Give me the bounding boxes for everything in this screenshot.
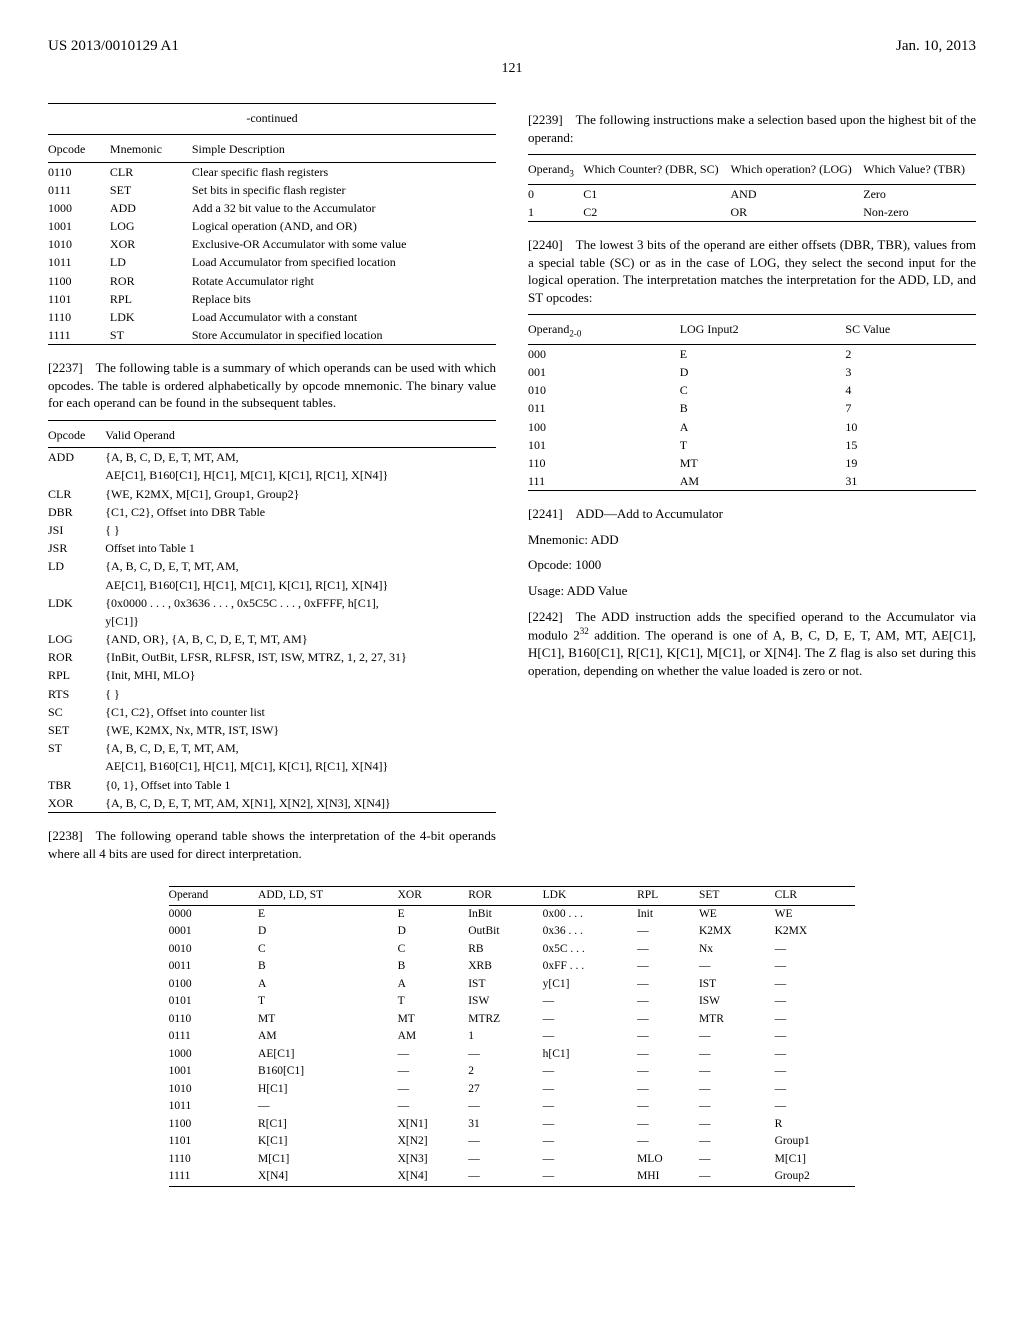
table-row: 101T15 (528, 436, 976, 454)
table-row: 0001DDOutBit0x36 . . .—K2MXK2MX (169, 923, 856, 941)
table-row: 1000ADDAdd a 32 bit value to the Accumul… (48, 199, 496, 217)
table-row: ADD{A, B, C, D, E, T, MT, AM, (48, 448, 496, 467)
table-row: 1000AE[C1]——h[C1]——— (169, 1046, 856, 1064)
w-xor: XOR (398, 887, 469, 906)
table-row: 1010XORExclusive-OR Accumulator with som… (48, 235, 496, 253)
table-row: JSROffset into Table 1 (48, 539, 496, 557)
table-row: RPL{Init, MHI, MLO} (48, 666, 496, 684)
para-2237: [2237] The following table is a summary … (48, 359, 496, 412)
para-2242: [2242] The ADD instruction adds the spec… (528, 608, 976, 680)
table-row: AE[C1], B160[C1], H[C1], M[C1], K[C1], R… (48, 757, 496, 775)
table-row: 110MT19 (528, 454, 976, 472)
table-row: ST{A, B, C, D, E, T, MT, AM, (48, 739, 496, 757)
table-row: 1101RPLReplace bits (48, 290, 496, 308)
table-row: 1100RORRotate Accumulator right (48, 272, 496, 290)
para-2239: [2239] The following instructions make a… (528, 111, 976, 146)
th-operand3: Operand3 (528, 155, 583, 185)
w-operand: Operand (169, 887, 258, 906)
mnemonic-line: Mnemonic: ADD (528, 531, 976, 549)
table-row: 0101TTISW——ISW— (169, 993, 856, 1011)
th-op: Opcode (48, 421, 105, 448)
table-row: 0100AAISTy[C1]—IST— (169, 976, 856, 994)
table-row: 010C4 (528, 381, 976, 399)
th-operation: Which operation? (LOG) (730, 155, 863, 185)
table-row: 1011LDLoad Accumulator from specified lo… (48, 253, 496, 271)
table-row: 1111STStore Accumulator in specified loc… (48, 326, 496, 345)
th-valid: Valid Operand (105, 421, 496, 448)
operand20-table: Operand2-0 LOG Input2 SC Value 000E2001D… (528, 314, 976, 491)
th-mnemonic: Mnemonic (110, 135, 192, 162)
w-ldk: LDK (543, 887, 637, 906)
table-row: SET{WE, K2MX, Nx, MTR, IST, ISW} (48, 721, 496, 739)
table-row: AE[C1], B160[C1], H[C1], M[C1], K[C1], R… (48, 576, 496, 594)
table-row: 1100R[C1]X[N1]31———R (169, 1116, 856, 1134)
table-row: 0C1ANDZero (528, 184, 976, 203)
page-number: 121 (48, 60, 976, 79)
table-row: 000E2 (528, 344, 976, 363)
w-add: ADD, LD, ST (258, 887, 398, 906)
table-row: 1111X[N4]X[N4]——MHI—Group2 (169, 1168, 856, 1186)
right-column: [2239] The following instructions make a… (528, 103, 976, 870)
table-row: 011B7 (528, 399, 976, 417)
table-row: 111AM31 (528, 472, 976, 491)
valid-operand-table: Opcode Valid Operand ADD{A, B, C, D, E, … (48, 420, 496, 813)
th-operand20: Operand2-0 (528, 315, 680, 345)
table-row: 0110MTMTMTRZ——MTR— (169, 1011, 856, 1029)
table-row: CLR{WE, K2MX, M[C1], Group1, Group2} (48, 485, 496, 503)
table-row: JSI{ } (48, 521, 496, 539)
table-row: 0011BBXRB0xFF . . .——— (169, 958, 856, 976)
left-column: -continued Opcode Mnemonic Simple Descri… (48, 103, 496, 870)
pub-date: Jan. 10, 2013 (896, 36, 976, 56)
table-row: RTS{ } (48, 685, 496, 703)
th-log: LOG Input2 (680, 315, 846, 345)
operand-interpretation-table: Operand ADD, LD, ST XOR ROR LDK RPL SET … (169, 886, 856, 1187)
opcode-line: Opcode: 1000 (528, 556, 976, 574)
w-set: SET (699, 887, 775, 906)
w-rpl: RPL (637, 887, 699, 906)
para-2241: [2241] ADD—Add to Accumulator (528, 505, 976, 523)
table-row: 1001B160[C1]—2———— (169, 1063, 856, 1081)
table-row: 001D3 (528, 363, 976, 381)
table-row: 1011——————— (169, 1098, 856, 1116)
pub-number: US 2013/0010129 A1 (48, 36, 179, 56)
table-row: 1001LOGLogical operation (AND, and OR) (48, 217, 496, 235)
th-desc: Simple Description (192, 135, 496, 162)
para-2238: [2238] The following operand table shows… (48, 827, 496, 862)
table-row: 0111SETSet bits in specific flash regist… (48, 181, 496, 199)
table-row: LOG{AND, OR}, {A, B, C, D, E, T, MT, AM} (48, 630, 496, 648)
table-row: 0000EEInBit0x00 . . .InitWEWE (169, 905, 856, 923)
opcode-table: Opcode Mnemonic Simple Description 0110C… (48, 134, 496, 345)
table-row: SC{C1, C2}, Offset into counter list (48, 703, 496, 721)
table-row: 1110LDKLoad Accumulator with a constant (48, 308, 496, 326)
usage-line: Usage: ADD Value (528, 582, 976, 600)
table-row: 1110M[C1]X[N3]——MLO—M[C1] (169, 1151, 856, 1169)
page-header: US 2013/0010129 A1 Jan. 10, 2013 (48, 36, 976, 56)
table-row: 100A10 (528, 418, 976, 436)
th-sc: SC Value (845, 315, 976, 345)
table-row: DBR{C1, C2}, Offset into DBR Table (48, 503, 496, 521)
operand3-table: Operand3 Which Counter? (DBR, SC) Which … (528, 154, 976, 222)
table-row: LD{A, B, C, D, E, T, MT, AM, (48, 557, 496, 575)
table1-caption: -continued (48, 103, 496, 126)
table-row: 1101K[C1]X[N2]————Group1 (169, 1133, 856, 1151)
th-counter: Which Counter? (DBR, SC) (583, 155, 730, 185)
table-row: 1C2ORNon-zero (528, 203, 976, 222)
table-row: LDK{0x0000 . . . , 0x3636 . . . , 0x5C5C… (48, 594, 496, 612)
table-row: 0110CLRClear specific flash registers (48, 162, 496, 181)
para-2240: [2240] The lowest 3 bits of the operand … (528, 236, 976, 306)
table-row: AE[C1], B160[C1], H[C1], M[C1], K[C1], R… (48, 466, 496, 484)
table-row: XOR{A, B, C, D, E, T, MT, AM, X[N1], X[N… (48, 794, 496, 813)
th-value: Which Value? (TBR) (863, 155, 976, 185)
table-row: TBR{0, 1}, Offset into Table 1 (48, 776, 496, 794)
table-row: 0010CCRB0x5C . . .—Nx— (169, 941, 856, 959)
w-clr: CLR (775, 887, 856, 906)
table-row: 0111AMAM1———— (169, 1028, 856, 1046)
table-row: ROR{InBit, OutBit, LFSR, RLFSR, IST, ISW… (48, 648, 496, 666)
table-row: 1010H[C1]—27———— (169, 1081, 856, 1099)
table-row: y[C1]} (48, 612, 496, 630)
w-ror: ROR (468, 887, 542, 906)
th-opcode: Opcode (48, 135, 110, 162)
